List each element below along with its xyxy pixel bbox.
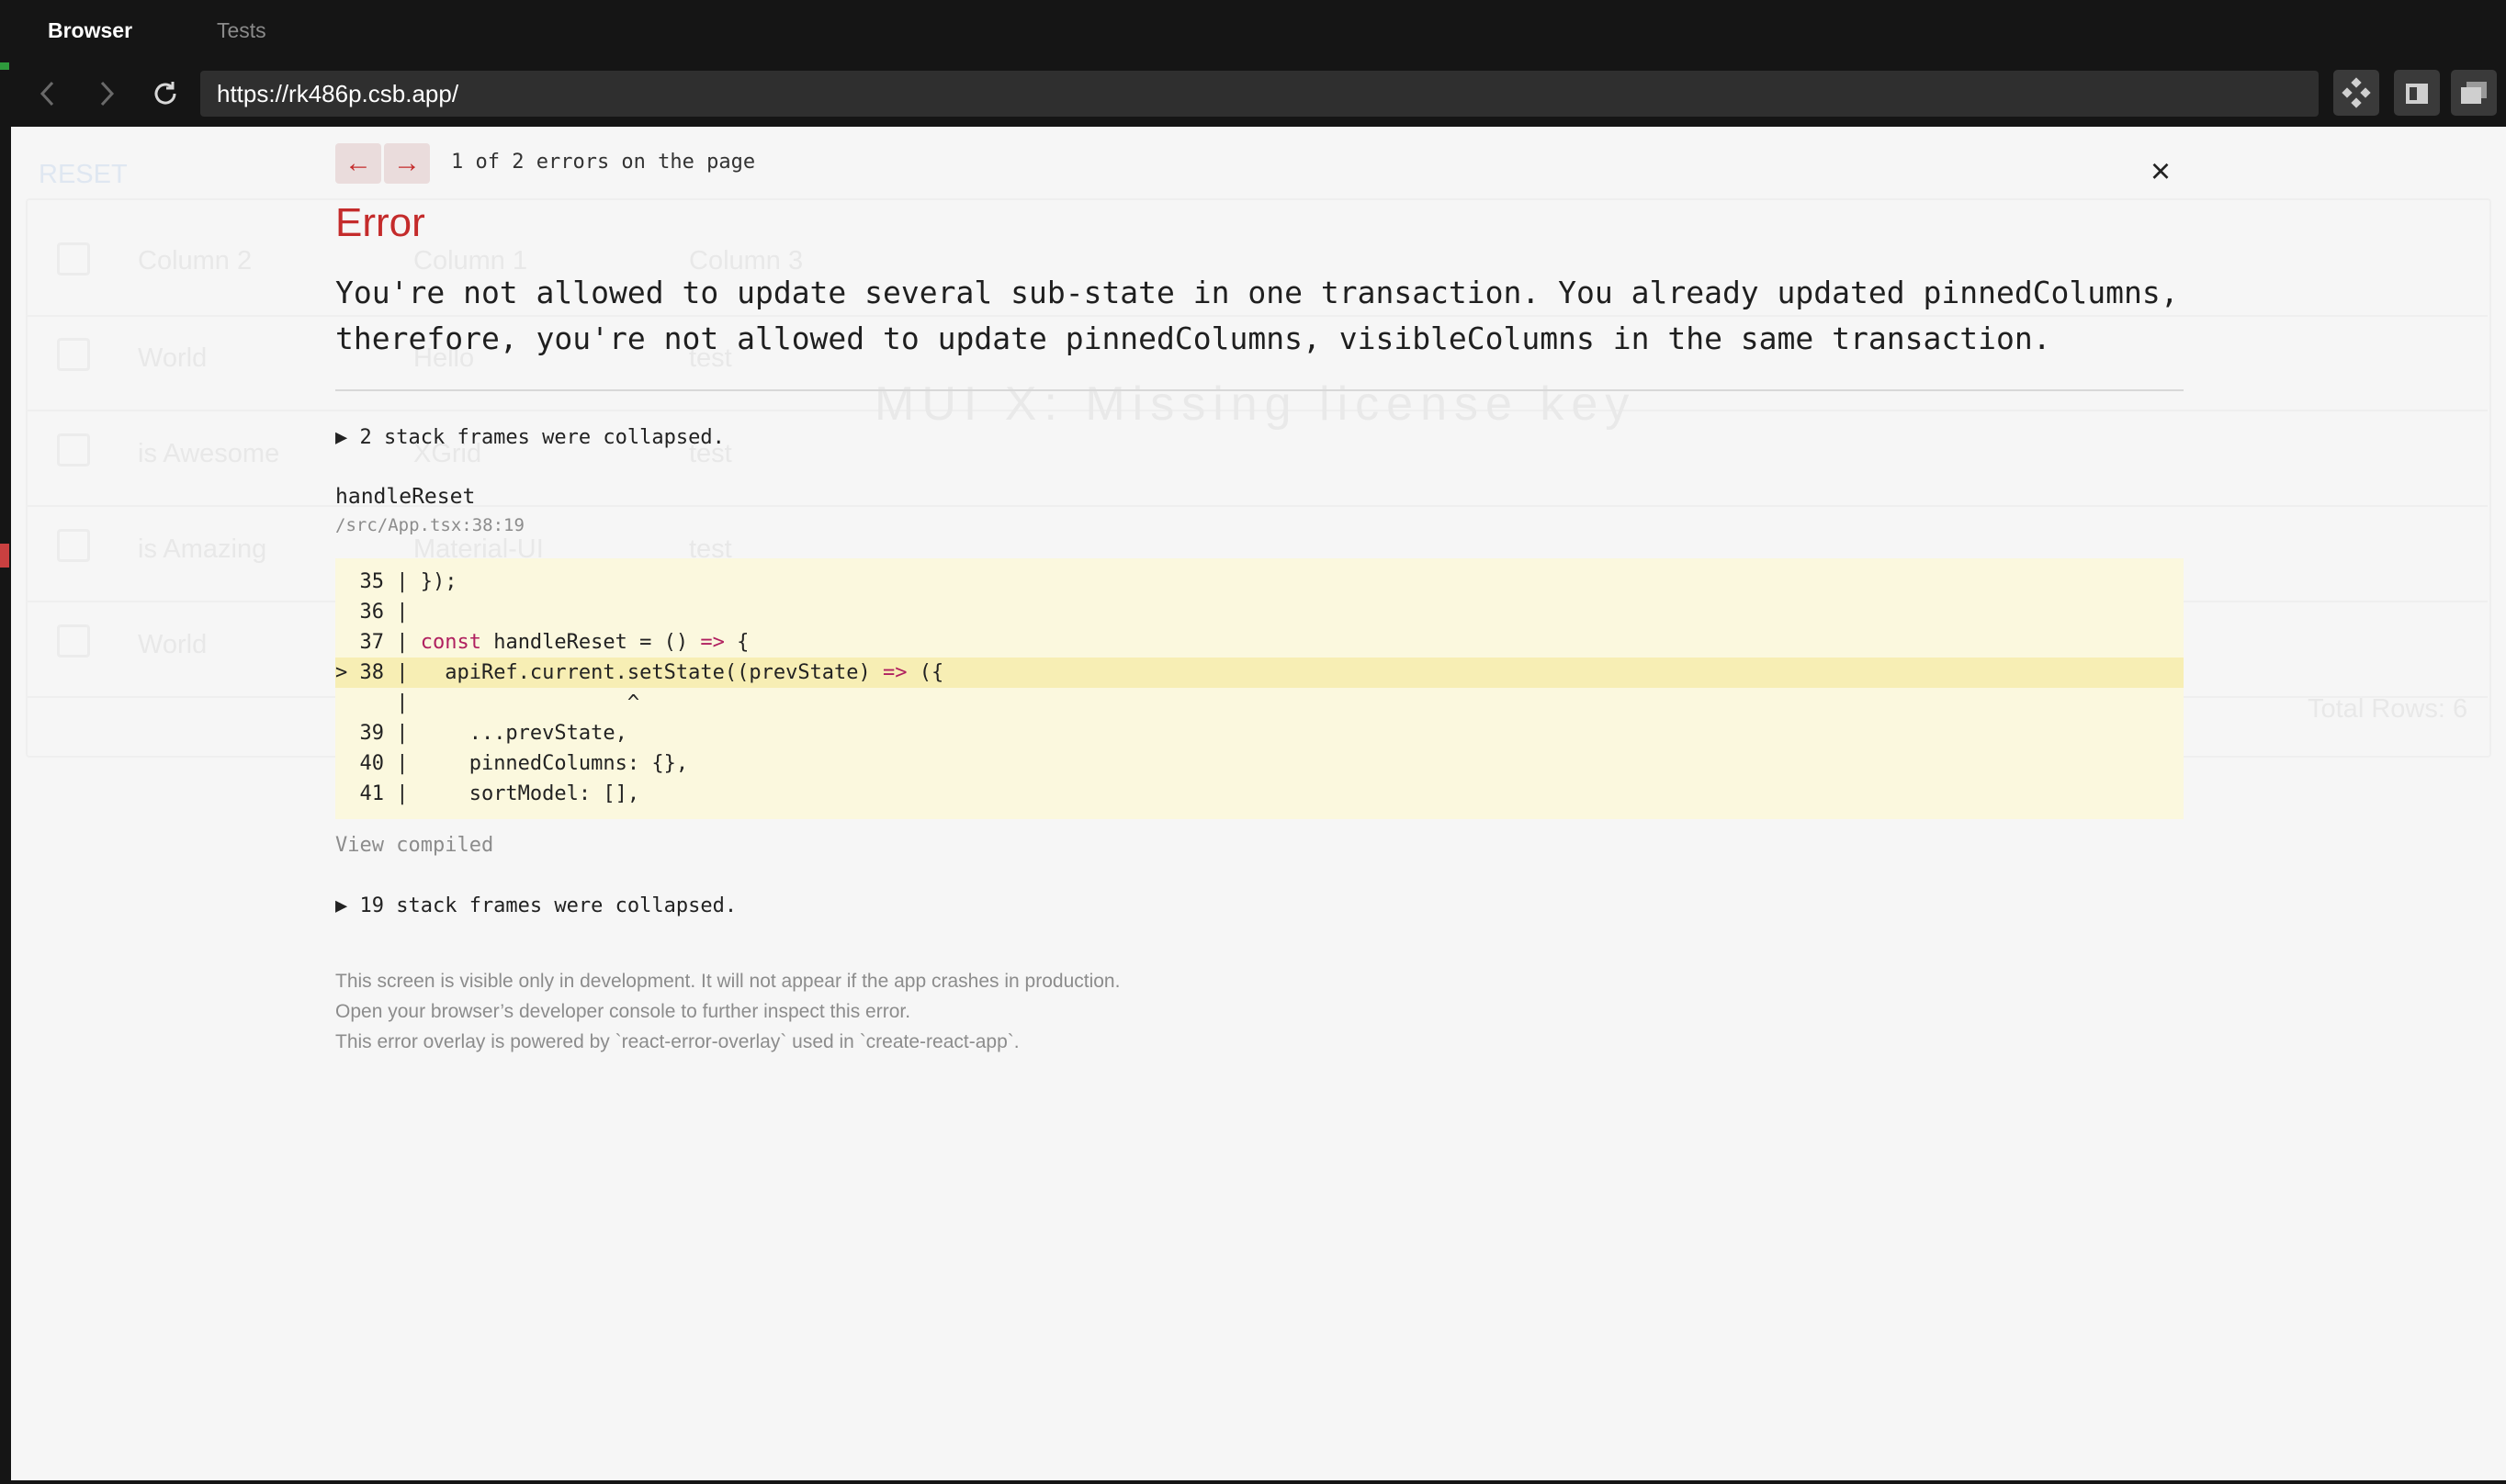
arrow-token: => <box>700 631 725 654</box>
line-gutter: 36 | <box>335 601 421 624</box>
stack-frame-function: handleReset <box>335 485 476 509</box>
line-gutter: > 38 | <box>335 661 421 684</box>
line-code: ^ <box>420 691 640 714</box>
tab-browser[interactable]: Browser <box>48 0 132 61</box>
windows-icon <box>2461 82 2487 104</box>
code-line: | ^ <box>335 688 2184 718</box>
error-title: Error <box>335 200 425 245</box>
error-count: 1 of 2 errors on the page <box>451 151 756 174</box>
reload-button[interactable] <box>149 77 182 110</box>
error-overlay: ← → 1 of 2 errors on the page × Error Yo… <box>11 127 2506 1480</box>
edge-marker-green <box>0 62 9 70</box>
arrow-token: => <box>883 661 908 684</box>
overlay-footer: This screen is visible only in developme… <box>335 966 1120 1057</box>
left-edge <box>0 62 11 1484</box>
line-code: pinnedColumns: {}, <box>420 752 689 775</box>
line-gutter: 37 | <box>335 631 421 654</box>
split-panel-icon <box>2406 84 2428 104</box>
new-window-button[interactable] <box>2451 70 2497 116</box>
url-text: https://rk486p.csb.app/ <box>217 80 459 107</box>
code-line: 37 | const handleReset = () => { <box>335 627 2184 658</box>
code-line: 35 | }); <box>335 567 2184 597</box>
highlighted-code-line: > 38 | apiRef.current.setState((prevStat… <box>335 658 2184 688</box>
divider <box>335 389 2184 391</box>
line-code: sortModel: [], <box>420 782 640 805</box>
collapsed-frames-toggle[interactable]: ▶ 19 stack frames were collapsed. <box>335 894 737 917</box>
bottom-border <box>0 1480 2506 1484</box>
close-button[interactable]: × <box>2140 152 2181 192</box>
footer-line: Open your browser’s developer console to… <box>335 1001 911 1022</box>
line-gutter: | <box>335 691 421 714</box>
line-gutter: 40 | <box>335 752 421 775</box>
footer-line: This screen is visible only in developme… <box>335 971 1121 992</box>
diamond-grid-icon <box>2342 77 2371 108</box>
line-code: }); <box>420 570 457 593</box>
code-snippet: 35 | }); 36 | 37 | const handleReset = (… <box>335 558 2184 819</box>
top-tab-bar: Browser Tests <box>0 0 2506 61</box>
browser-toolbar: https://rk486p.csb.app/ <box>0 61 2506 127</box>
forward-button[interactable] <box>90 77 123 110</box>
prev-error-button[interactable]: ← <box>335 143 381 184</box>
chevron-left-icon <box>40 81 54 107</box>
tab-tests[interactable]: Tests <box>217 0 266 61</box>
page-viewport: RESET Column 2 Column 1 Column 3 World H… <box>11 127 2506 1480</box>
error-message: You're not allowed to update several sub… <box>335 275 2197 356</box>
collapsed-frames-toggle[interactable]: ▶ 2 stack frames were collapsed. <box>335 426 725 449</box>
code-line: 36 | <box>335 597 2184 627</box>
line-gutter: 39 | <box>335 722 421 745</box>
back-button[interactable] <box>31 77 64 110</box>
line-gutter: 35 | <box>335 570 421 593</box>
view-compiled-link[interactable]: View compiled <box>335 834 493 857</box>
devtools-button[interactable] <box>2333 70 2379 116</box>
stack-frame-location[interactable]: /src/App.tsx:38:19 <box>335 515 525 535</box>
line-code: apiRef.current.setState((prevState) => (… <box>420 661 944 684</box>
line-code: ...prevState, <box>420 722 627 745</box>
next-error-button[interactable]: → <box>384 143 430 184</box>
code-line: 39 | ...prevState, <box>335 718 2184 748</box>
edge-marker-red <box>0 544 9 568</box>
line-keyword: const <box>420 631 481 654</box>
footer-line: This error overlay is powered by `react-… <box>335 1031 1020 1052</box>
split-view-button[interactable] <box>2394 70 2440 116</box>
reload-icon <box>154 82 176 105</box>
code-line: 40 | pinnedColumns: {}, <box>335 748 2184 779</box>
line-code: handleReset = () => { <box>480 631 750 654</box>
code-line: 41 | sortModel: [], <box>335 779 2184 809</box>
chevron-right-icon <box>100 81 115 107</box>
line-gutter: 41 | <box>335 782 421 805</box>
address-bar[interactable]: https://rk486p.csb.app/ <box>200 71 2319 117</box>
